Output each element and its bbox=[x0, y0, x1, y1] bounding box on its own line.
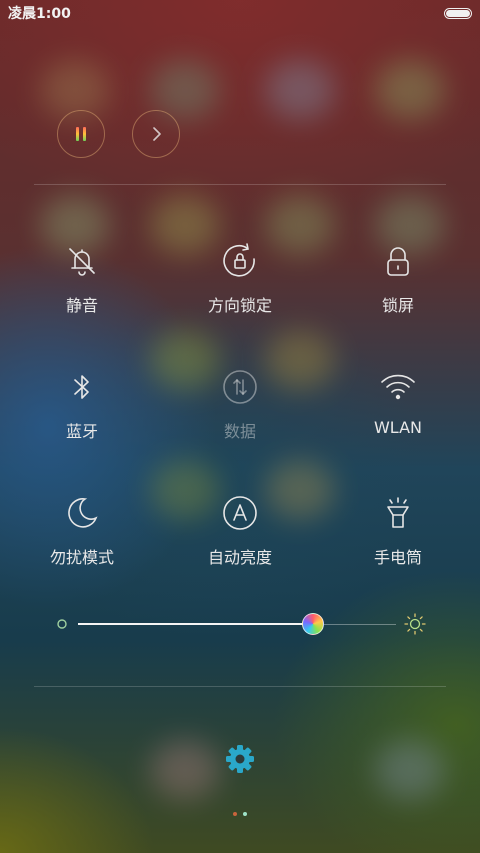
wifi-icon bbox=[381, 374, 415, 400]
pause-icon bbox=[76, 127, 86, 141]
top-divider bbox=[34, 184, 446, 185]
brightness-track-fill bbox=[78, 623, 314, 625]
toggle-bluetooth[interactable]: 蓝牙 bbox=[22, 368, 142, 442]
brightness-thumb[interactable] bbox=[302, 613, 325, 635]
chevron-right-icon bbox=[153, 127, 161, 141]
page-dot bbox=[243, 812, 247, 816]
page-indicator bbox=[0, 812, 480, 816]
toggle-auto-brightness[interactable]: 自动亮度 bbox=[180, 494, 300, 568]
pause-button[interactable] bbox=[57, 110, 105, 158]
mobile-data-icon bbox=[223, 370, 257, 404]
toggle-dnd[interactable]: 勿扰模式 bbox=[22, 494, 142, 568]
bluetooth-icon bbox=[74, 375, 89, 399]
settings-button[interactable] bbox=[222, 741, 258, 777]
toggle-flashlight[interactable]: 手电筒 bbox=[338, 494, 458, 568]
status-bar: 凌晨1:00 bbox=[0, 0, 480, 26]
battery-icon bbox=[444, 7, 472, 19]
brightness-low-icon bbox=[57, 619, 67, 629]
rotation-lock-icon bbox=[223, 243, 255, 277]
bottom-divider bbox=[34, 686, 446, 687]
toggle-label: 手电筒 bbox=[373, 548, 422, 567]
toggle-label: 蓝牙 bbox=[65, 422, 98, 441]
auto-brightness-icon bbox=[223, 496, 257, 530]
toggle-lock-screen[interactable]: 锁屏 bbox=[338, 242, 458, 316]
gear-icon bbox=[226, 745, 254, 773]
toggle-wlan[interactable]: WLAN bbox=[338, 368, 458, 437]
toggle-rotation-lock[interactable]: 方向锁定 bbox=[180, 242, 300, 316]
toggle-data[interactable]: 数据 bbox=[180, 368, 300, 442]
brightness-slider[interactable] bbox=[56, 612, 426, 638]
toggle-label: 勿扰模式 bbox=[49, 548, 114, 567]
toggle-label: 静音 bbox=[65, 296, 98, 315]
toggle-label: 数据 bbox=[223, 422, 256, 441]
toggle-label: 自动亮度 bbox=[207, 548, 272, 567]
page-dot bbox=[233, 812, 237, 816]
toggle-label: 锁屏 bbox=[381, 296, 414, 315]
lock-icon bbox=[387, 247, 409, 276]
brightness-high-icon bbox=[404, 613, 426, 635]
next-button[interactable] bbox=[132, 110, 180, 158]
bell-off-icon bbox=[69, 248, 95, 276]
status-time: 凌晨1:00 bbox=[8, 6, 71, 22]
toggle-label: WLAN bbox=[373, 418, 422, 437]
toggle-mute[interactable]: 静音 bbox=[22, 242, 142, 316]
moon-icon bbox=[68, 498, 98, 528]
flashlight-icon bbox=[387, 497, 409, 528]
toggle-label: 方向锁定 bbox=[207, 296, 272, 315]
